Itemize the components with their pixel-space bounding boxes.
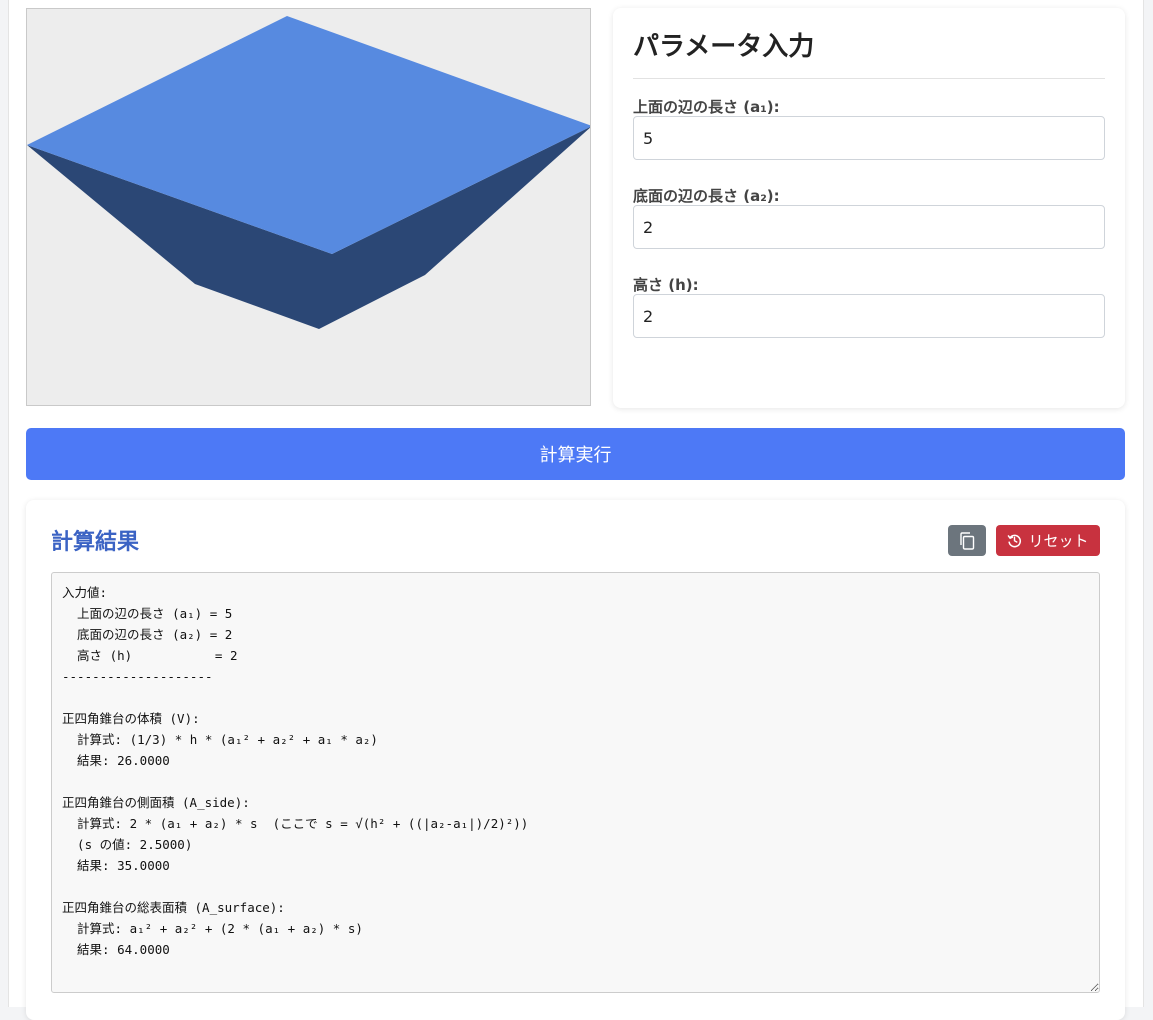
history-icon bbox=[1007, 534, 1022, 548]
copy-button[interactable] bbox=[948, 525, 986, 556]
title-divider bbox=[633, 78, 1105, 79]
frustum-canvas[interactable] bbox=[27, 9, 590, 405]
3d-frustum-viewer[interactable] bbox=[26, 8, 591, 406]
reset-button-label: リセット bbox=[1028, 532, 1089, 550]
result-title: 計算結果 bbox=[51, 530, 140, 555]
result-output[interactable]: 入力値: 上面の辺の長さ (a₁) = 5 底面の辺の長さ (a₂) = 2 高… bbox=[51, 572, 1100, 993]
parameter-panel: パラメータ入力 上面の辺の長さ (a₁): 底面の辺の長さ (a₂): 高さ (… bbox=[613, 8, 1125, 408]
frustum-top-face bbox=[27, 16, 590, 254]
reset-button[interactable]: リセット bbox=[996, 525, 1100, 556]
top-edge-label: 上面の辺の長さ (a₁): bbox=[633, 98, 780, 116]
height-label: 高さ (h): bbox=[633, 276, 699, 294]
copy-icon bbox=[960, 531, 975, 550]
top-edge-input[interactable] bbox=[633, 116, 1105, 160]
calculate-button[interactable]: 計算実行 bbox=[26, 428, 1125, 480]
parameter-panel-title: パラメータ入力 bbox=[633, 32, 815, 62]
height-input[interactable] bbox=[633, 294, 1105, 338]
bottom-edge-label: 底面の辺の長さ (a₂): bbox=[633, 187, 780, 205]
result-panel: 計算結果 リセット 入力値: 上面の辺の長さ (a₁) = 5 底面の辺の長さ … bbox=[26, 500, 1125, 1020]
bottom-edge-input[interactable] bbox=[633, 205, 1105, 249]
